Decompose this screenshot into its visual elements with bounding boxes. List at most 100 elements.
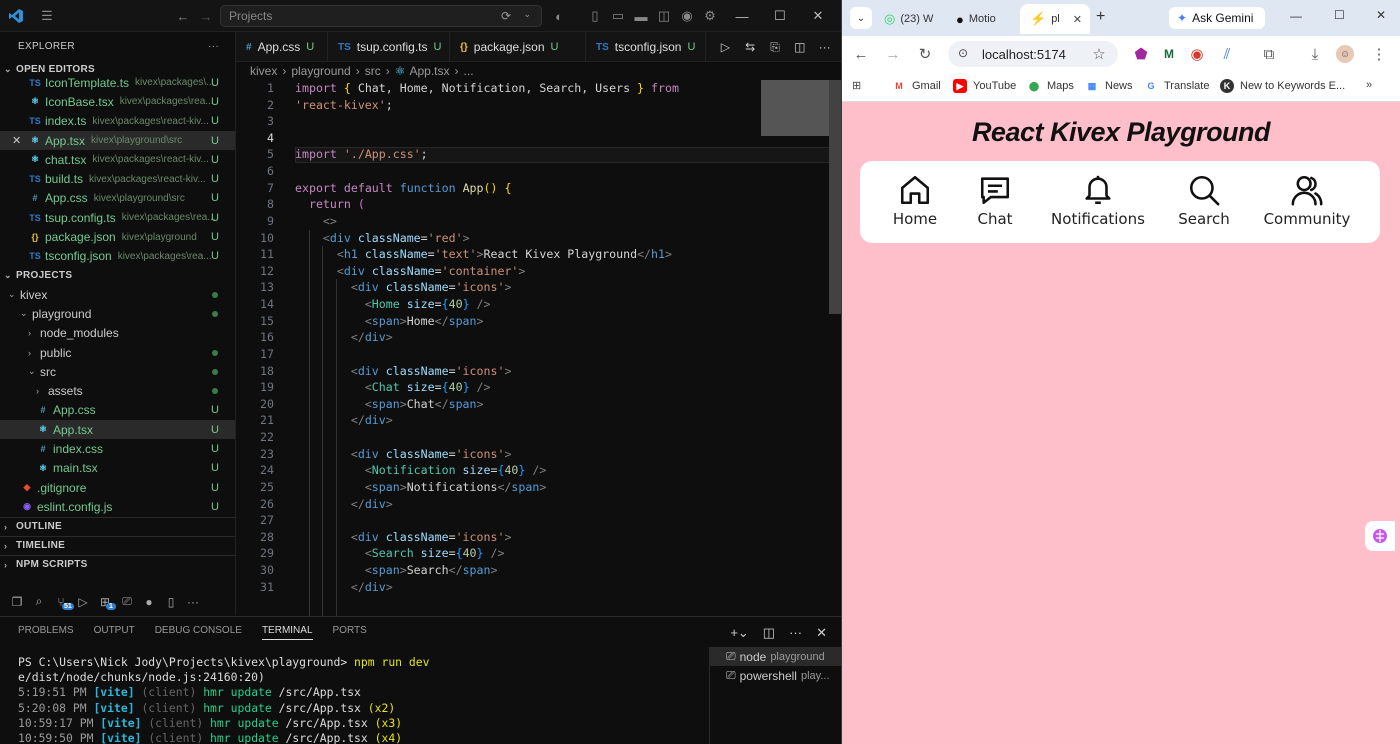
minimap[interactable] [761,80,829,136]
open-editor-item[interactable]: ⚛ chat.tsx kivex\packages\react-kiv... U [0,150,235,169]
run-debug-icon[interactable]: ▷ [72,591,94,613]
extension-chart-icon[interactable]: ⫽ [1218,45,1236,63]
extensions-puzzle-icon[interactable]: ⧉ [1260,45,1278,63]
source-control-icon[interactable]: ⑂ 51 [50,591,74,613]
editor-scrollbar[interactable] [829,80,841,314]
split-editor-icon[interactable]: ◫ [789,36,810,58]
code-editor[interactable]: 1 import { Chat, Home, Notification, Sear… [236,80,841,616]
close-window-button[interactable]: ✕ [795,0,841,32]
tree-item[interactable]: ⌄ playground [0,304,235,323]
copilot-icon[interactable]: ⟳ [501,9,511,23]
explorer-icon[interactable]: ❐ [6,591,28,613]
bookmark-maps[interactable]: ⬤ Maps [1027,79,1074,93]
download-icon[interactable]: ⤓ [1306,45,1324,63]
reload-icon[interactable]: ↻ [916,45,934,63]
new-tab-icon[interactable]: + [1096,8,1105,26]
extension-ublock-icon[interactable]: ⬟ [1132,45,1150,63]
timeline-section[interactable]: › TIMELINE [0,535,235,555]
panel-tab-ports[interactable]: PORTS [333,625,367,640]
new-terminal-icon[interactable]: +⌄ [730,625,748,641]
breadcrumb-item[interactable]: playground [291,64,350,78]
tree-item[interactable]: ⌄ src [0,362,235,381]
extension-m-icon[interactable]: M [1160,45,1178,63]
split-terminal-icon[interactable]: ◫ [763,625,775,641]
tree-item[interactable]: ⚛ App.tsx U [0,420,235,440]
tree-item[interactable]: # App.css U [0,401,235,420]
more-actions-icon[interactable]: ··· [208,41,219,52]
back-arrow-icon[interactable]: ← [172,5,194,27]
editor-tab[interactable]: # App.css U [236,32,328,62]
bookmark-star-icon[interactable]: ☆ [1090,45,1108,63]
floating-extension-button[interactable] [1365,521,1395,551]
close-tab-icon[interactable]: ✕ [1073,13,1082,26]
profile-avatar[interactable]: ☺ [1336,45,1354,63]
tree-item[interactable]: ⌄ kivex [0,285,235,304]
bookmark-translate[interactable]: G Translate [1144,79,1209,93]
tree-item[interactable]: ◆ .gitignore U [0,478,235,497]
layout-sidebar-icon[interactable]: ▯ [584,5,606,27]
open-editor-item[interactable]: TS tsconfig.json kivex\packages\rea... U [0,247,235,266]
editor-tab[interactable]: TS tsup.config.ts U [328,32,450,62]
accounts-icon[interactable]: ◉ [676,5,698,27]
forward-arrow-icon[interactable]: → [195,5,217,27]
open-editor-item[interactable]: ⚛ IconBase.tsx kivex\packages\rea... U [0,92,235,111]
open-editor-item[interactable]: TS IconTemplate.ts kivex\packages\... U [0,73,235,92]
copilot-chat-icon[interactable]: ◐ [548,5,570,27]
editor-tab[interactable]: TS tsconfig.json U [586,32,707,62]
panel-tab-problems[interactable]: PROBLEMS [18,625,74,640]
layout-panel-icon[interactable]: ▬ [630,5,652,27]
maximize-button[interactable]: ☐ [1334,8,1345,22]
browser-tab-whatsapp[interactable]: ◎ (23) W [874,6,942,32]
editor-tab[interactable]: {} package.json U [450,32,586,62]
browser-tab-playground[interactable]: ⚡ pl ✕ [1020,4,1090,34]
tab-search-icon[interactable]: ⌄ [850,7,872,29]
search-icon[interactable]: ⌕ [28,591,50,613]
minimize-button[interactable]: — [1290,9,1302,23]
apps-grid-icon[interactable]: ⊞ [852,79,861,92]
back-arrow-icon[interactable]: ← [852,45,870,63]
close-icon[interactable]: ✕ [12,134,28,147]
browser-tab-github[interactable]: ● Motio [946,6,1016,32]
open-editor-item[interactable]: {} package.json kivex\playground U [0,227,235,246]
icon-item-chat[interactable]: Chat [945,173,1045,228]
outline-section[interactable]: › OUTLINE [0,516,235,536]
layout-split-icon[interactable]: ◫ [653,5,675,27]
forward-arrow-icon[interactable]: → [884,45,902,63]
tree-item[interactable]: ⚛ main.tsx U [0,459,235,478]
terminal-output[interactable]: PS C:\Users\Nick Jody\Projects\kivex\pla… [18,655,429,744]
bookmark-youtube[interactable]: ▶ YouTube [953,79,1016,93]
open-editor-item[interactable]: # App.css kivex\playground\src U [0,189,235,208]
site-info-icon[interactable]: ⊙ [958,46,968,60]
more-actions-icon[interactable]: ··· [814,36,835,58]
compare-icon[interactable]: ⎘ [765,36,786,58]
bookmark-gmail[interactable]: M Gmail [892,79,940,93]
more-views-icon[interactable]: ··· [182,591,204,613]
open-editor-item[interactable]: ✕ ⚛ App.tsx kivex\playground\src U [0,130,235,151]
open-editor-item[interactable]: TS index.ts kivex\packages\react-kiv... U [0,112,235,131]
more-bookmarks-icon[interactable]: » [1366,79,1372,91]
breadcrumb-item[interactable]: kivex [250,64,277,78]
breadcrumb-item[interactable]: src [365,64,381,78]
bookmark-news[interactable]: ▦ News [1085,79,1133,93]
tree-item[interactable]: › public [0,343,235,362]
chrome-menu-icon[interactable]: ⋮ [1370,45,1388,63]
command-center-search[interactable]: Projects ⟳ ⌄ [220,5,542,27]
tree-item[interactable]: ◉ eslint.config.js U [0,497,235,516]
github-icon[interactable]: ● [138,591,160,613]
open-changes-icon[interactable]: ⇆ [740,36,761,58]
device-icon[interactable]: ▯ [160,591,182,613]
extensions-icon[interactable]: ⊞ 1 [94,591,116,613]
open-editor-item[interactable]: TS tsup.config.ts kivex\packages\rea... U [0,208,235,227]
projects-section[interactable]: ⌄ PROJECTS [0,266,235,285]
breadcrumb-item[interactable]: ... [464,64,474,78]
icon-item-notifications[interactable]: Notifications [1048,173,1148,228]
extension-color-icon[interactable]: ◉ [1188,45,1206,63]
npm-scripts-section[interactable]: › NPM SCRIPTS [0,554,235,574]
tree-item[interactable]: › node_modules [0,324,235,343]
icon-item-search[interactable]: Search [1154,173,1254,228]
open-editor-item[interactable]: TS build.ts kivex\packages\react-kiv... U [0,169,235,188]
tree-item[interactable]: # index.css U [0,439,235,458]
chevron-down-icon[interactable]: ⌄ [523,9,531,20]
close-panel-icon[interactable]: ✕ [816,625,827,641]
layout-editor-icon[interactable]: ▭ [607,5,629,27]
